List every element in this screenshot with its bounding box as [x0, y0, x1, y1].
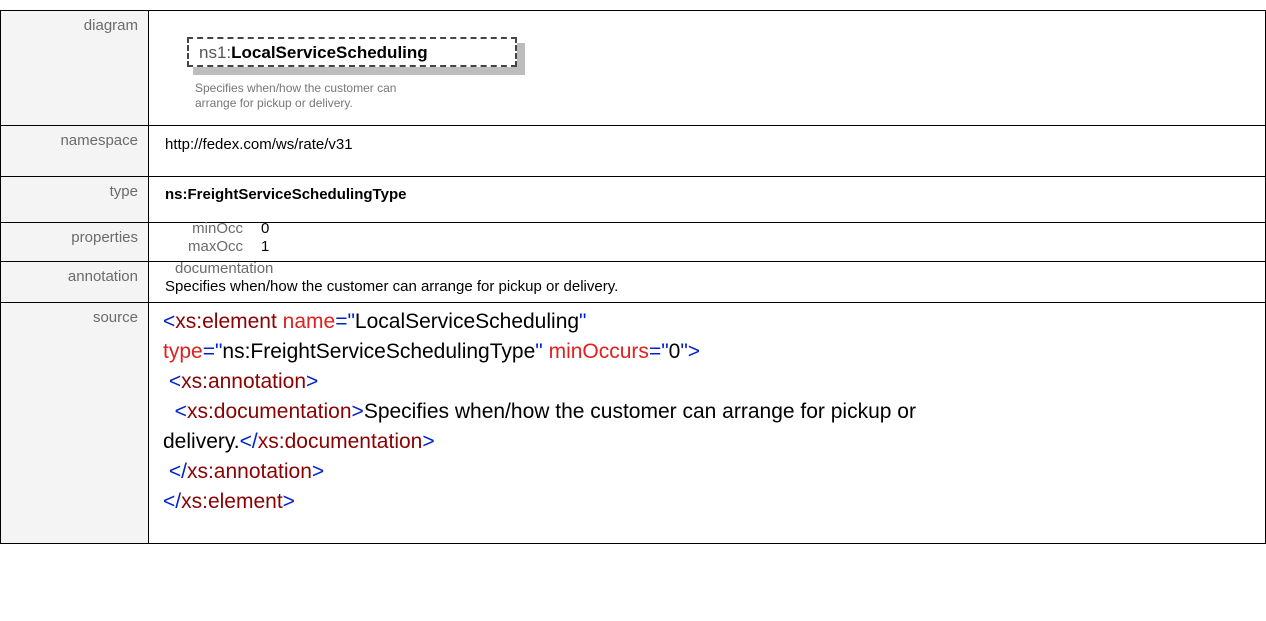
source-attr-value: LocalServiceScheduling [354, 310, 580, 333]
property-key: maxOcc [187, 238, 243, 255]
source-attr-value: 0 [668, 340, 681, 363]
source-attr-name: minOccurs [548, 340, 649, 363]
element-diagram-box[interactable]: ns1:LocalServiceScheduling [187, 37, 525, 75]
source-tag: xs:annotation [186, 460, 312, 483]
property-value: 1 [261, 238, 270, 255]
type-link[interactable]: ns:FreightServiceSchedulingType [148, 176, 1266, 223]
element-documentation-table: diagram ns1:LocalServiceScheduling Speci… [0, 10, 1266, 544]
property-key: minOcc [192, 220, 243, 237]
element-name: LocalServiceScheduling [231, 43, 428, 62]
source-line: </xs:element> [163, 490, 295, 513]
source-attr-name: type [163, 340, 203, 363]
source-tag: xs:documentation [257, 430, 423, 453]
source-tag: xs:element [175, 310, 277, 333]
source-row: source <xs:element name="LocalServiceSch… [0, 302, 1266, 544]
source-line: </xs:annotation> [168, 460, 325, 483]
namespace-label: namespace [0, 125, 149, 177]
properties-label: properties [0, 222, 149, 262]
type-label: type [0, 176, 149, 223]
source-line: delivery.</xs:documentation> [163, 430, 435, 453]
source-line: <xs:documentation>Specifies when/how the… [174, 400, 916, 423]
type-row: type ns:FreightServiceSchedulingType [0, 176, 1266, 223]
annotation-heading: documentation [175, 260, 274, 277]
property-row: maxOcc 1 [165, 238, 1265, 256]
source-attr-value: ns:FreightServiceSchedulingType [222, 340, 536, 363]
annotation-row: annotation documentation Specifies when/… [0, 260, 1266, 303]
source-line: <xs:element name="LocalServiceScheduling… [163, 310, 587, 333]
properties-cell: minOcc 0 maxOcc 1 [148, 220, 1266, 262]
source-line: type="ns:FreightServiceSchedulingType" m… [163, 340, 701, 363]
source-label: source [0, 302, 149, 544]
diagram-label: diagram [0, 10, 149, 126]
property-row: minOcc 0 [165, 220, 1265, 238]
source-doc-text: Specifies when/how the customer can arra… [363, 400, 916, 423]
diagram-description: Specifies when/how the customer can arra… [195, 81, 397, 110]
annotation-label: annotation [0, 261, 149, 303]
source-tag: xs:documentation [186, 400, 352, 423]
source-tag: xs:element [181, 490, 283, 513]
annotation-cell: documentation Specifies when/how the cus… [148, 260, 1266, 303]
diagram-row: diagram ns1:LocalServiceScheduling Speci… [0, 10, 1266, 126]
previous-section-heading-strip [0, 0, 1266, 10]
source-attr-name: name [282, 310, 336, 333]
source-code: <xs:element name="LocalServiceScheduling… [163, 307, 1265, 517]
property-value: 0 [261, 220, 270, 237]
element-box: ns1:LocalServiceScheduling [187, 37, 517, 67]
annotation-text: Specifies when/how the customer can arra… [165, 278, 619, 295]
source-doc-text: delivery. [163, 430, 240, 453]
diagram-cell: ns1:LocalServiceScheduling Specifies whe… [148, 10, 1266, 126]
source-line: <xs:annotation> [168, 370, 319, 393]
source-tag: xs:annotation [181, 370, 307, 393]
properties-row: properties minOcc 0 maxOcc 1 [0, 220, 1266, 262]
namespace-value: http://fedex.com/ws/rate/v31 [148, 125, 1266, 177]
namespace-row: namespace http://fedex.com/ws/rate/v31 [0, 125, 1266, 177]
element-prefix: ns1: [199, 43, 232, 62]
source-cell: <xs:element name="LocalServiceScheduling… [148, 302, 1266, 544]
properties-list: minOcc 0 maxOcc 1 [165, 220, 1265, 256]
